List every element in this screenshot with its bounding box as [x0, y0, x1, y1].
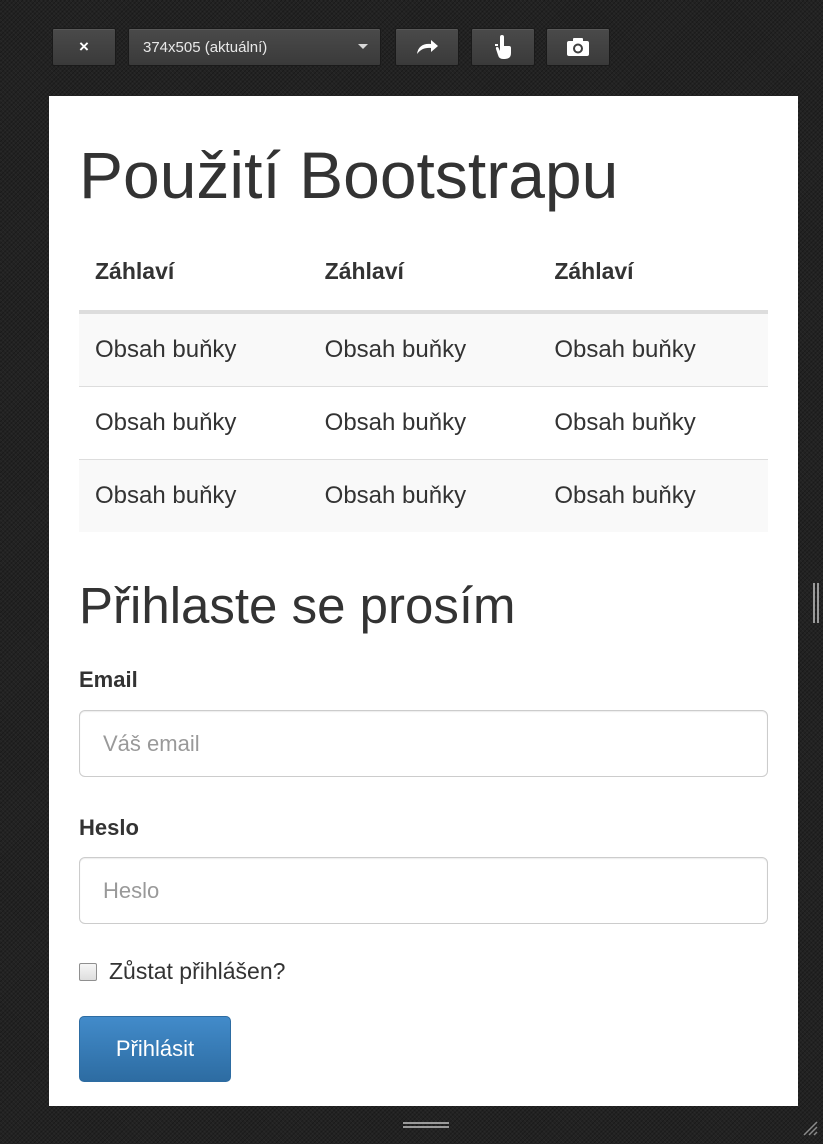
- camera-icon: [567, 38, 589, 56]
- close-icon: ×: [79, 37, 89, 56]
- login-form-title: Přihlaste se prosím: [79, 577, 516, 634]
- table-header: Záhlaví: [308, 233, 539, 314]
- email-label: Email: [79, 667, 138, 692]
- resize-handle-bottom[interactable]: [403, 1122, 449, 1128]
- table-cell: Obsah buňky: [538, 312, 768, 387]
- rotate-button[interactable]: [395, 28, 459, 66]
- screen-size-select[interactable]: 374x505 (aktuální): [128, 28, 381, 66]
- remember-me-checkbox[interactable]: [79, 962, 97, 981]
- table-header-row: Záhlaví Záhlaví Záhlaví: [79, 233, 768, 314]
- data-table: Záhlaví Záhlaví Záhlaví Obsah buňky Obsa…: [79, 233, 768, 532]
- password-input[interactable]: [79, 857, 768, 924]
- close-button[interactable]: ×: [52, 28, 116, 66]
- screenshot-button[interactable]: [546, 28, 610, 66]
- table-cell: Obsah buňky: [308, 386, 539, 460]
- email-input[interactable]: [79, 710, 768, 777]
- remember-me-label[interactable]: Zůstat přihlášen?: [109, 958, 285, 985]
- table-row: Obsah buňky Obsah buňky Obsah buňky: [79, 312, 768, 387]
- touch-emulation-button[interactable]: [471, 28, 535, 66]
- emulated-viewport: Použití Bootstrapu Záhlaví Záhlaví Záhla…: [49, 96, 798, 1106]
- resize-handle-right[interactable]: [813, 583, 819, 623]
- table-cell: Obsah buňky: [79, 459, 309, 532]
- table-cell: Obsah buňky: [538, 459, 768, 532]
- screen-size-value: 374x505 (aktuální): [143, 38, 268, 56]
- login-button[interactable]: Přihlásit: [79, 1016, 231, 1082]
- table-header: Záhlaví: [538, 233, 768, 314]
- caret-down-icon: [358, 44, 368, 49]
- table-cell: Obsah buňky: [79, 312, 309, 387]
- touch-icon: [495, 35, 511, 59]
- page-title: Použití Bootstrapu: [79, 138, 619, 212]
- table-cell: Obsah buňky: [538, 386, 768, 460]
- table-cell: Obsah buňky: [308, 312, 539, 387]
- rotate-icon: [417, 40, 438, 54]
- password-label: Heslo: [79, 815, 139, 840]
- table-row: Obsah buňky Obsah buňky Obsah buňky: [79, 386, 768, 460]
- table-header: Záhlaví: [79, 233, 309, 314]
- resize-corner-icon[interactable]: [800, 1118, 818, 1136]
- table-cell: Obsah buňky: [79, 386, 309, 460]
- remember-me-row: Zůstat přihlášen?: [79, 958, 285, 985]
- table-row: Obsah buňky Obsah buňky Obsah buňky: [79, 459, 768, 532]
- table-cell: Obsah buňky: [308, 459, 539, 532]
